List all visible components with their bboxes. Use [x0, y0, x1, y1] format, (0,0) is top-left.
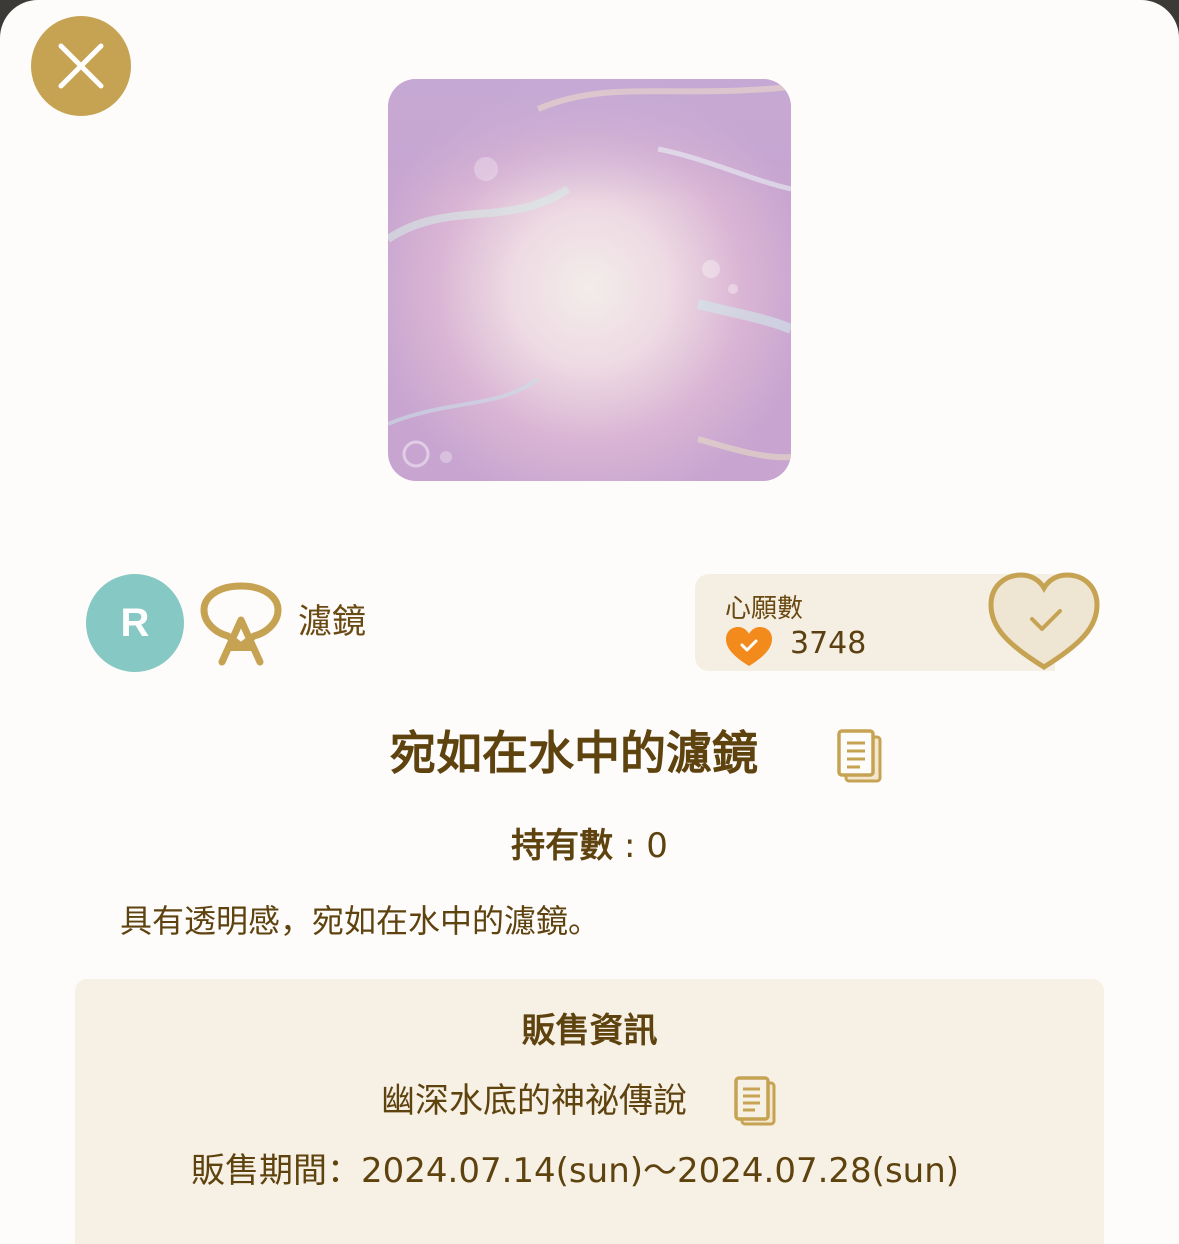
sale-set-row: 幽深水底的神祕傳說	[75, 1075, 1104, 1131]
item-title-row: 宛如在水中的濾鏡	[0, 722, 1179, 788]
owned-count-label: 持有數	[511, 826, 614, 866]
owned-count: 持有數 : 0	[0, 822, 1179, 870]
sale-period: 販售期間：2024.07.14(sun)～2024.07.28(sun)	[191, 1147, 959, 1195]
owned-count-separator: :	[613, 826, 647, 866]
rarity-badge: R	[86, 574, 184, 672]
category-label: 濾鏡	[298, 602, 366, 642]
document-icon[interactable]	[733, 1075, 777, 1127]
sale-info-panel: 販售資訊 幽深水底的神祕傳說 販售期間：2024.07.14(sun)～2024…	[75, 979, 1104, 1244]
close-icon	[58, 43, 104, 89]
item-description: 具有透明感，宛如在水中的濾鏡。	[120, 902, 601, 940]
close-button[interactable]	[31, 16, 131, 116]
filter-preview-image	[388, 79, 791, 481]
wish-count-label: 心願數	[725, 594, 804, 624]
owned-count-value: 0	[646, 826, 668, 866]
heart-check-icon	[726, 627, 772, 666]
item-detail-sheet: R 濾鏡 心願數 3748 宛如在水中的濾鏡 持有數 : 0 具有透明感，宛如在…	[0, 0, 1179, 1244]
item-title: 宛如在水中的濾鏡	[390, 726, 758, 780]
sale-info-heading: 販售資訊	[521, 1011, 658, 1051]
add-to-wishlist-button[interactable]	[987, 572, 1101, 672]
sale-set-link[interactable]: 幽深水底的神祕傳說	[381, 1077, 687, 1125]
document-icon[interactable]	[836, 728, 884, 784]
wish-count-value: 3748	[790, 626, 867, 661]
sale-period-label: 販售期間：	[191, 1151, 361, 1191]
sale-period-value: 2024.07.14(sun)～2024.07.28(sun)	[361, 1151, 960, 1191]
filter-icon	[200, 582, 282, 666]
